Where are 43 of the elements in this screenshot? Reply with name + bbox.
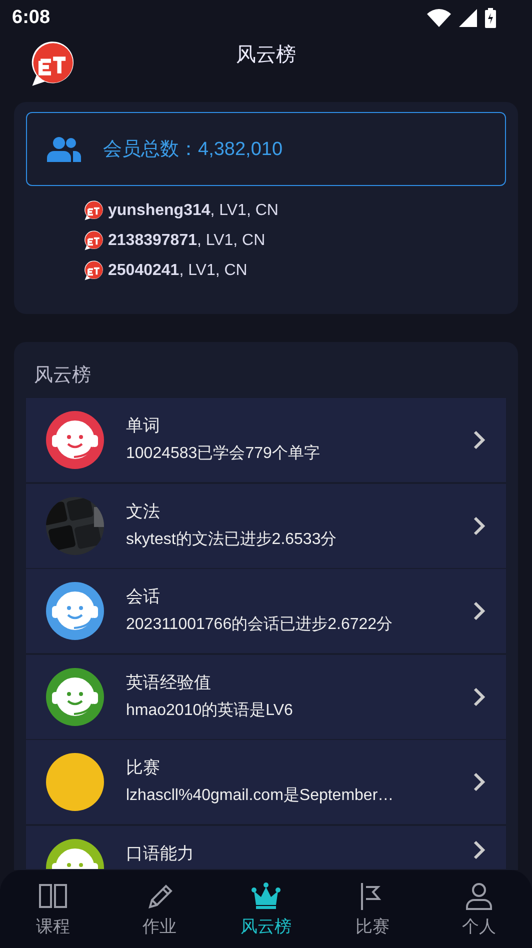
page-title: 风云榜 [236, 40, 296, 68]
member-entry: yunsheng314, LV1, CN [108, 202, 278, 220]
row-title: 口语能力 [126, 842, 195, 864]
logo-icon [82, 260, 104, 282]
leaderboard-row[interactable]: 比赛 lzhascll%40gmail.com是September… [26, 740, 506, 824]
chevron-right-icon [472, 686, 486, 708]
row-title: 单词 [126, 415, 161, 437]
battery-icon [485, 8, 496, 28]
row-title: 英语经验值 [126, 672, 212, 694]
section-title: 风云榜 [33, 363, 92, 388]
leaderboard-row[interactable]: 口语能力 [26, 826, 506, 868]
nav-tab[interactable]: 个人 [426, 870, 532, 948]
nav-tab[interactable]: 课程 [0, 870, 106, 948]
leaderboard-row[interactable]: 会话 202311001766的会话已进步2.6722分 [26, 569, 506, 653]
row-subtitle: lzhascll%40gmail.com是September… [126, 786, 395, 806]
signal-icon [459, 9, 477, 27]
leaderboard-row[interactable]: 单词 10024583已学会779个单字 [26, 398, 506, 482]
row-title: 文法 [126, 500, 161, 522]
row-subtitle: 202311001766的会话已进步2.6722分 [126, 614, 394, 635]
member-entry: 2138397871, LV1, CN [108, 232, 266, 250]
logo-icon [82, 200, 104, 222]
logo-icon [82, 230, 104, 252]
leaderboard-row[interactable]: 英语经验值 hmao2010的英语是LV6 [26, 654, 506, 738]
nav-tab[interactable]: 风云榜 [212, 870, 320, 948]
chevron-right-icon [472, 429, 486, 451]
row-title: 会话 [126, 586, 161, 608]
crown-icon [250, 880, 282, 910]
chevron-right-icon [472, 838, 486, 860]
chevron-right-icon [472, 771, 486, 793]
status-time: 6:08 [12, 7, 50, 29]
row-title: 比赛 [126, 757, 161, 779]
wifi-icon [427, 9, 451, 27]
member-count: 会员总数：4,382,010 [103, 138, 283, 162]
nav-tab[interactable]: 作业 [106, 870, 213, 948]
chevron-right-icon [472, 600, 486, 622]
users-icon [47, 136, 81, 162]
row-subtitle: 10024583已学会779个单字 [126, 444, 321, 464]
row-subtitle: skytest的文法已进步2.6533分 [126, 530, 338, 550]
leaderboard-row[interactable]: 文法 skytest的文法已进步2.6533分 [26, 484, 506, 568]
member-entry: 25040241, LV1, CN [108, 262, 248, 280]
nav-tab[interactable]: 比赛 [319, 870, 426, 948]
chevron-right-icon [472, 514, 486, 536]
row-subtitle: hmao2010的英语是LV6 [126, 700, 294, 720]
